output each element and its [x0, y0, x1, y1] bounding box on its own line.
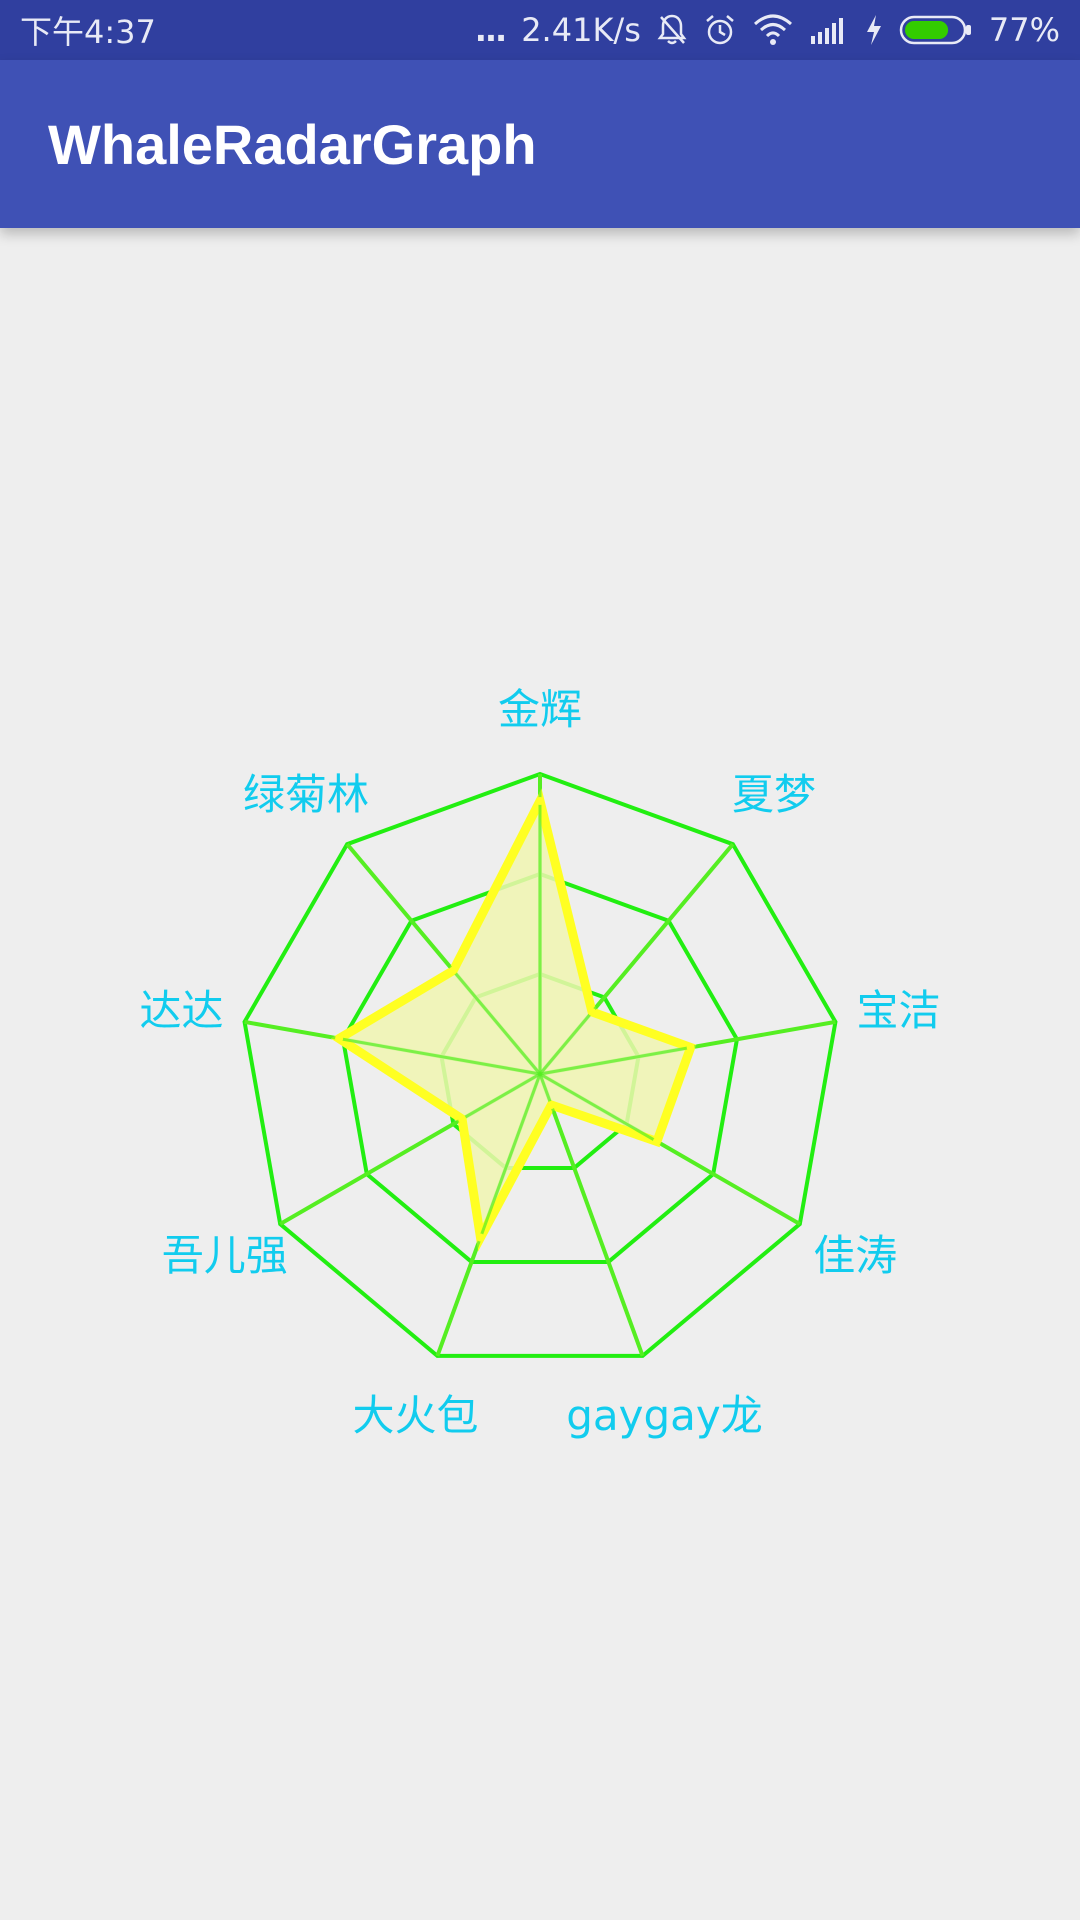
radar-point-8: [335, 1034, 344, 1043]
battery-percent: 77%: [988, 11, 1060, 49]
radar-point-7: [458, 1115, 467, 1123]
status-bar: 下午4:37 ... 2.41K/s 77%: [0, 0, 1080, 60]
radar-point-1: [536, 797, 544, 805]
charging-icon: [865, 14, 883, 46]
radar-axis-label: gaygay龙: [566, 1391, 763, 1440]
radar-axis-label: 金辉: [498, 685, 582, 734]
radar-point-4: [652, 1137, 661, 1146]
alarm-icon: [703, 13, 737, 47]
status-time: 下午4:37: [20, 13, 156, 51]
status-icons: ... 2.41K/s 77%: [475, 11, 1060, 49]
signal-icon: [809, 16, 849, 44]
battery-icon: [899, 14, 973, 46]
radar-axis-label: 佳涛: [813, 1231, 897, 1280]
radar-axis-label: 大火包: [352, 1391, 478, 1440]
network-speed: 2.41K/s: [521, 11, 641, 49]
radar-chart: 金辉夏梦宝洁佳涛 gaygay龙 大火包 吾儿强 达达 绿菊林: [140, 685, 941, 1440]
radar-point-9: [449, 966, 458, 975]
app-bar: WhaleRadarGraph: [0, 60, 1080, 228]
radar-axis-label: 夏梦: [732, 770, 816, 819]
notifications-off-icon: [657, 13, 687, 47]
radar-axis-label: 宝洁: [856, 986, 940, 1035]
radar-axis-label: 绿菊林: [243, 770, 369, 819]
radar-point-3: [686, 1043, 695, 1052]
radar-axis-label: 达达: [140, 986, 224, 1035]
app-title: WhaleRadarGraph: [48, 112, 537, 176]
wifi-icon: [753, 14, 793, 46]
more-indicator: ...: [474, 11, 508, 49]
radar-axis-label: 吾儿强: [162, 1231, 288, 1280]
radar-point-5: [547, 1101, 556, 1110]
radar-point-2: [588, 1007, 597, 1016]
radar-point-6: [476, 1233, 485, 1242]
